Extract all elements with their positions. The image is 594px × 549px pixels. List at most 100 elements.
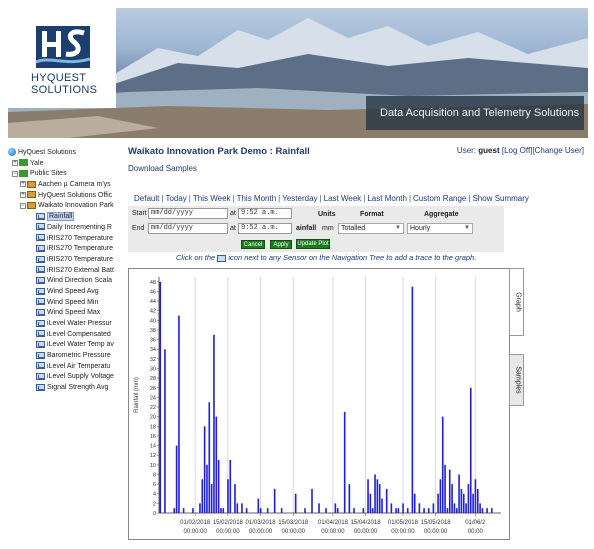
tree-item-root[interactable]: HyQuest Solutions bbox=[8, 148, 122, 159]
x-tick-label-date: 01/04/2018 bbox=[318, 520, 349, 526]
sensor-label: iRIS270 Temperature bbox=[47, 234, 114, 242]
rainfall-bar bbox=[402, 503, 404, 513]
rainfall-bar bbox=[411, 286, 414, 513]
update-plot-button[interactable]: Update Plot bbox=[296, 239, 330, 249]
range-link[interactable]: Default bbox=[134, 194, 159, 203]
sensor-add-icon[interactable] bbox=[36, 298, 45, 306]
rainfall-bar bbox=[245, 508, 248, 513]
sensor-add-icon[interactable] bbox=[36, 244, 45, 252]
sensor-label: iRIS270 Temperature bbox=[47, 255, 114, 263]
sensor-add-icon[interactable] bbox=[36, 255, 45, 263]
y-tick-label: 16 bbox=[150, 434, 156, 440]
sensor-label: Wind Speed Avg bbox=[47, 287, 99, 295]
logoff-link[interactable]: [Log Off] bbox=[502, 146, 533, 155]
sensor-item[interactable]: Signal Strength Avg bbox=[8, 383, 122, 394]
sensor-add-icon[interactable] bbox=[36, 341, 45, 349]
sensor-item[interactable]: Wind Speed Min bbox=[8, 298, 122, 309]
download-samples-link[interactable]: Download Samples bbox=[128, 164, 197, 173]
rainfall-bar bbox=[385, 488, 388, 513]
rainfall-bar bbox=[164, 349, 166, 513]
units-value: mm bbox=[322, 225, 334, 232]
sensor-item[interactable]: iLevel Compensated bbox=[8, 330, 122, 341]
sensor-label: iLevel Water Temp av bbox=[47, 341, 114, 349]
sensor-list: Rainfall Daily Incrementing R iRIS270 Temp… bbox=[8, 212, 122, 394]
sensor-item[interactable]: iLevel Water Pressur bbox=[8, 319, 122, 330]
range-link[interactable]: Yesterday bbox=[282, 194, 317, 203]
range-link[interactable]: This Month bbox=[237, 194, 277, 203]
y-tick-label: 24 bbox=[150, 395, 156, 401]
end-date-input[interactable]: mm/dd/yyyy bbox=[148, 223, 228, 234]
aggregate-select[interactable]: Hourly ▼ bbox=[407, 223, 473, 234]
start-date-input[interactable]: mm/dd/yyyy bbox=[148, 208, 228, 219]
range-link[interactable]: Last Month bbox=[367, 194, 407, 203]
rainfall-bar bbox=[413, 493, 416, 513]
apply-button[interactable]: Apply bbox=[270, 240, 292, 249]
sensor-item[interactable]: Wind Speed Avg bbox=[8, 287, 122, 298]
range-link[interactable]: Today bbox=[165, 194, 186, 203]
tab-graph[interactable]: Graph bbox=[509, 268, 524, 336]
x-tick-label-time: 00:00:00 bbox=[391, 529, 415, 535]
cancel-button[interactable]: Cancel bbox=[241, 240, 265, 249]
collapse-icon[interactable]: − bbox=[12, 170, 18, 177]
y-tick-label: 6 bbox=[153, 482, 156, 488]
sensor-add-icon[interactable] bbox=[36, 362, 45, 370]
sensor-add-icon[interactable] bbox=[36, 234, 45, 242]
sensor-item[interactable]: Daily Incrementing R bbox=[8, 223, 122, 234]
change-user-link[interactable]: [Change User] bbox=[532, 146, 584, 155]
sensor-add-icon[interactable] bbox=[36, 212, 45, 220]
sensor-add-icon[interactable] bbox=[36, 383, 45, 391]
rainfall-chart[interactable]: 0 2 4 6 8 10 12 14 16 18 20 22 24 26 28 30 32 34 36 38 40 42 4… bbox=[128, 268, 510, 540]
expand-icon[interactable]: + bbox=[20, 191, 26, 198]
sensor-item[interactable]: iRIS270 External Batt bbox=[8, 266, 122, 277]
rainfall-bar bbox=[462, 493, 465, 513]
tree-item-site[interactable]: + HyQuest Solutions Offic bbox=[8, 191, 122, 202]
range-link[interactable]: Custom Range bbox=[413, 194, 466, 203]
rainfall-bar bbox=[201, 479, 204, 513]
tree-item-yale[interactable]: + Yale bbox=[8, 159, 122, 170]
sensor-item[interactable]: iRIS270 Temperature bbox=[8, 255, 122, 266]
rainfall-bar bbox=[241, 503, 243, 513]
collapse-icon[interactable]: − bbox=[20, 202, 26, 209]
side-tabs: Graph Samples bbox=[509, 268, 524, 540]
rainfall-bar bbox=[381, 498, 383, 513]
x-tick-label-time: 00:00 bbox=[468, 529, 484, 535]
sensor-add-icon[interactable] bbox=[36, 287, 45, 295]
sensor-item[interactable]: iRIS270 Temperature bbox=[8, 234, 122, 245]
rainfall-bar bbox=[444, 464, 446, 513]
sensor-item[interactable]: iRIS270 Temperature bbox=[8, 244, 122, 255]
sensor-item[interactable]: iLevel Supply Voltage bbox=[8, 372, 122, 383]
expand-icon[interactable]: + bbox=[20, 181, 26, 188]
end-time-input[interactable]: 9:52 a.m. bbox=[238, 223, 292, 234]
sensor-add-icon[interactable] bbox=[36, 330, 45, 338]
rainfall-bar bbox=[215, 416, 218, 513]
sensor-label: iRIS270 Temperature bbox=[47, 245, 114, 253]
sensor-item[interactable]: Wind Direction Scala bbox=[8, 276, 122, 287]
sensor-add-icon[interactable] bbox=[36, 351, 45, 359]
expand-icon[interactable]: + bbox=[12, 159, 18, 166]
tree-item-site[interactable]: + Aachen µ Camera m'ys bbox=[8, 180, 122, 191]
sensor-item[interactable]: iLevel Water Temp av bbox=[8, 340, 122, 351]
rainfall-bar bbox=[206, 464, 208, 513]
tab-samples[interactable]: Samples bbox=[509, 354, 524, 406]
sensor-item[interactable]: Rainfall bbox=[8, 212, 122, 223]
range-link[interactable]: This Week bbox=[193, 194, 231, 203]
sensor-add-icon[interactable] bbox=[36, 266, 45, 274]
range-link[interactable]: Show Summary bbox=[472, 194, 528, 203]
tree-item-site[interactable]: − Waikato Innovation Park bbox=[8, 201, 122, 212]
tree-item-public-sites[interactable]: − Public Sites bbox=[8, 169, 122, 180]
sensor-item[interactable]: Wind Speed Max bbox=[8, 308, 122, 319]
sensor-item[interactable]: iLevel Air Temperatu bbox=[8, 362, 122, 373]
sensor-add-icon[interactable] bbox=[36, 373, 45, 381]
sensor-add-icon[interactable] bbox=[36, 308, 45, 316]
format-select[interactable]: Totalled ▼ bbox=[338, 223, 404, 234]
rainfall-bar bbox=[318, 503, 320, 513]
range-link[interactable]: Last Week bbox=[324, 194, 362, 203]
sensor-add-icon[interactable] bbox=[36, 276, 45, 284]
rainfall-bar bbox=[227, 479, 229, 513]
sensor-item[interactable]: Barometric Pressure bbox=[8, 351, 122, 362]
sensor-add-icon[interactable] bbox=[36, 319, 45, 327]
hyquest-logo[interactable]: HYQUEST SOLUTIONS bbox=[8, 8, 116, 108]
at-label: at bbox=[230, 210, 236, 217]
sensor-add-icon[interactable] bbox=[36, 223, 45, 231]
start-time-input[interactable]: 9:52 a.m. bbox=[238, 208, 292, 219]
